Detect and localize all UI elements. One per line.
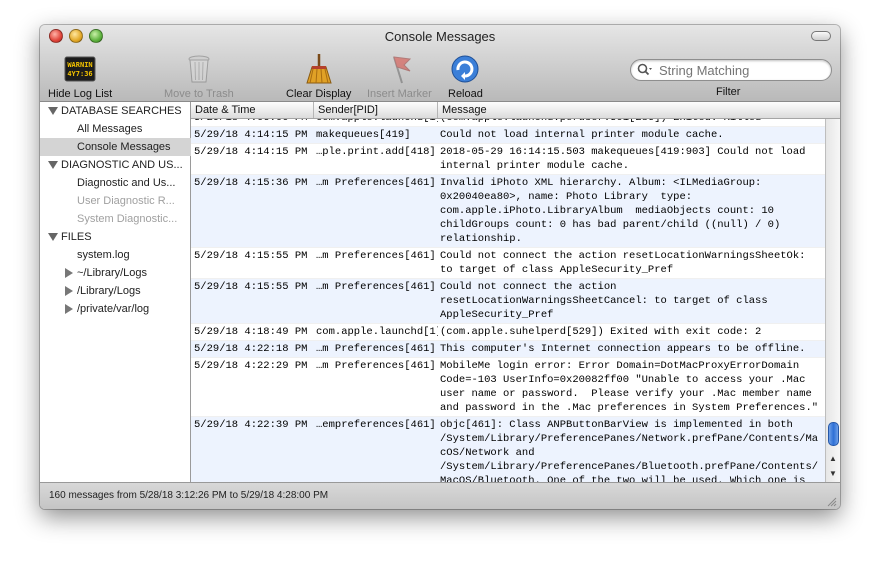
row-message-cell: This computer's Internet connection appe… — [440, 343, 806, 355]
row-message-cell: (com.apple.suhelperd[529]) Exited with e… — [440, 326, 762, 338]
sidebar-item-label: /private/var/log — [77, 303, 150, 315]
sidebar-group-files[interactable]: FILES — [40, 228, 211, 246]
sidebar-group-label: DIAGNOSTIC AND US... — [61, 159, 183, 171]
clear-display-button[interactable]: Clear Display — [286, 53, 351, 100]
messages-table: Date & Time Sender[PID] Message 5/29/18 … — [191, 102, 840, 482]
row-date-cell: 5/29/18 4:22:39 PM — [194, 419, 308, 431]
row-sender-cell: makequeues[419] — [316, 129, 411, 141]
row-date-cell: 5/29/18 4:18:49 PM — [194, 326, 308, 338]
sidebar-group-database-searches[interactable]: DATABASE SEARCHES — [40, 102, 211, 120]
table-row[interactable]: 5/29/18 4:14:15 PM …ple.print.add[418] 201… — [191, 144, 826, 175]
row-date-cell: 5/29/18 4:22:18 PM — [194, 343, 308, 355]
row-sender-cell: …m Preferences[461] — [316, 250, 436, 262]
table-header: Date & Time Sender[PID] Message — [191, 102, 840, 119]
row-message-cell: Could not connect the action resetLocati… — [440, 250, 812, 276]
row-message-cell: MobileMe login error: Error Domain=DotMa… — [440, 360, 819, 414]
table-row[interactable]: 5/29/18 4:22:39 PM …empreferences[461] obj… — [191, 417, 826, 482]
row-message-cell: (com.apple.launchd.peruser.501[286]) Exi… — [438, 119, 826, 125]
row-message-cell: Could not load internal printer module c… — [440, 129, 724, 141]
svg-text:WARNIN: WARNIN — [67, 61, 92, 69]
table-row[interactable]: 5/29/18 4:22:29 PM …m Preferences[461] Mob… — [191, 358, 826, 417]
reload-icon — [448, 53, 482, 85]
sidebar-group-diagnostic[interactable]: DIAGNOSTIC AND US... — [40, 156, 211, 174]
row-sender-cell: …m Preferences[461] — [316, 281, 436, 293]
row-date-cell: 5/29/18 4:15:55 PM — [194, 250, 308, 262]
status-bar: 160 messages from 5/28/18 3:12:26 PM to … — [40, 482, 840, 509]
table-rows[interactable]: 5/29/18 4:06:00 PMcom.apple.launchd[1](c… — [191, 119, 826, 482]
disclosure-right-icon[interactable] — [65, 268, 73, 278]
log-warning-icon: WARNIN 4Y7:36 — [63, 53, 97, 85]
row-date-cell: 5/29/18 4:14:15 PM — [194, 129, 308, 141]
search-input[interactable] — [657, 61, 827, 79]
move-to-trash-label: Move to Trash — [164, 88, 234, 100]
row-date-cell: 5/29/18 4:22:29 PM — [194, 360, 308, 372]
trash-icon — [182, 53, 216, 85]
column-header-message[interactable]: Message — [438, 102, 840, 118]
resize-grip-icon[interactable] — [827, 497, 837, 507]
row-date-cell: 5/29/18 4:15:36 PM — [194, 177, 308, 189]
row-sender-cell: …m Preferences[461] — [316, 177, 436, 189]
svg-text:4Y7:36: 4Y7:36 — [67, 70, 92, 78]
reload-button[interactable]: Reload — [448, 53, 483, 100]
search-field[interactable] — [630, 59, 832, 81]
search-icon — [637, 63, 653, 77]
row-message-cell: objc[461]: Class ANPButtonBarView is imp… — [440, 419, 819, 482]
log-list-sidebar: DATABASE SEARCHES All Messages Console M… — [40, 102, 227, 482]
table-row[interactable]: 5/29/18 4:06:00 PMcom.apple.launchd[1](c… — [191, 119, 826, 127]
insert-marker-label: Insert Marker — [367, 88, 432, 100]
row-sender-cell: …m Preferences[461] — [316, 343, 436, 355]
table-row[interactable]: 5/29/18 4:18:49 PM com.apple.launchd[1] (c… — [191, 324, 826, 341]
disclosure-right-icon[interactable] — [65, 286, 73, 296]
disclosure-down-icon[interactable] — [48, 233, 58, 241]
row-date-cell: 5/29/18 4:06:00 PM — [191, 119, 314, 125]
table-row[interactable]: 5/29/18 4:22:18 PM …m Preferences[461] Thi… — [191, 341, 826, 358]
toolbar-toggle-button[interactable] — [811, 31, 831, 41]
disclosure-down-icon[interactable] — [48, 161, 58, 169]
table-row[interactable]: 5/29/18 4:15:36 PM …m Preferences[461] Inv… — [191, 175, 826, 248]
row-sender-cell: …ple.print.add[418] — [316, 146, 436, 158]
column-header-sender[interactable]: Sender[PID] — [314, 102, 438, 118]
row-date-cell: 5/29/18 4:15:55 PM — [194, 281, 308, 293]
sidebar-item-label: ~/Library/Logs — [77, 267, 148, 279]
row-date-cell: 5/29/18 4:14:15 PM — [194, 146, 308, 158]
row-message-cell: 2018-05-29 16:14:15.503 makequeues[419:9… — [440, 146, 812, 172]
scroll-up-arrow-icon[interactable]: ▲ — [826, 452, 840, 466]
filter-label: Filter — [716, 86, 741, 98]
window-title: Console Messages — [384, 29, 496, 44]
insert-marker-button[interactable]: Insert Marker — [367, 53, 432, 100]
row-message-cell: Invalid iPhoto XML hierarchy. Album: <IL… — [440, 177, 787, 245]
sidebar-item-label: /Library/Logs — [77, 285, 141, 297]
row-message-cell: Could not connect the action resetLocati… — [440, 281, 774, 321]
hide-log-list-button[interactable]: WARNIN 4Y7:36 Hide Log List — [48, 53, 112, 100]
reload-label: Reload — [448, 88, 483, 100]
broom-icon — [302, 53, 336, 85]
toolbar: Console Messages WARNIN 4Y7:36 Hide Log … — [40, 25, 840, 102]
disclosure-right-icon[interactable] — [65, 304, 73, 314]
row-sender-cell: …empreferences[461] — [316, 419, 436, 431]
console-window: Console Messages WARNIN 4Y7:36 Hide Log … — [40, 25, 840, 509]
sidebar-group-label: FILES — [61, 231, 92, 243]
marker-flag-icon — [382, 53, 416, 85]
scroll-down-arrow-icon[interactable]: ▼ — [826, 467, 840, 481]
move-to-trash-button[interactable]: Move to Trash — [164, 53, 234, 100]
table-row[interactable]: 5/29/18 4:14:15 PM makequeues[419] Could n… — [191, 127, 826, 144]
scrollbar-thumb[interactable] — [828, 422, 839, 446]
disclosure-down-icon[interactable] — [48, 107, 58, 115]
hide-log-list-label: Hide Log List — [48, 88, 113, 100]
row-sender-cell: com.apple.launchd[1] — [314, 119, 438, 125]
message-count-status: 160 messages from 5/28/18 3:12:26 PM to … — [49, 490, 329, 501]
row-sender-cell: …m Preferences[461] — [316, 360, 436, 372]
table-row[interactable]: 5/29/18 4:15:55 PM …m Preferences[461] Cou… — [191, 279, 826, 324]
table-row[interactable]: 5/29/18 4:15:55 PM …m Preferences[461] Cou… — [191, 248, 826, 279]
column-header-date[interactable]: Date & Time — [191, 102, 314, 118]
row-sender-cell: com.apple.launchd[1] — [316, 326, 438, 338]
vertical-scrollbar[interactable]: ▲ ▼ — [825, 119, 840, 482]
clear-display-label: Clear Display — [286, 88, 352, 100]
sidebar-group-label: DATABASE SEARCHES — [61, 105, 182, 117]
